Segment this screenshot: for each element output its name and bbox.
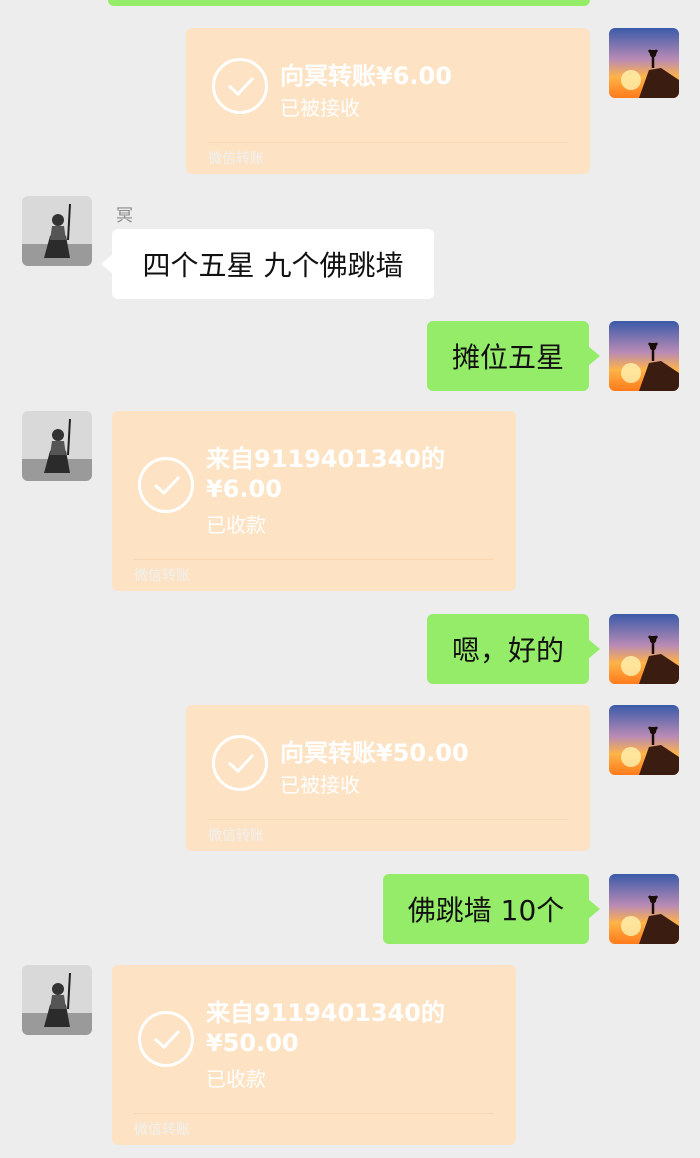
my-avatar[interactable]: [609, 874, 679, 944]
message-text: 佛跳墙 10个: [407, 894, 565, 927]
check-circle-icon: [212, 58, 268, 114]
transfer-status: 已收款: [206, 1067, 266, 1091]
message-bubble[interactable]: 佛跳墙 10个: [383, 874, 600, 944]
transfer-footer: 微信转账: [134, 568, 190, 584]
message-text: 四个五星 九个佛跳墙: [142, 249, 404, 282]
transfer-title: 向冥转账¥6.00: [280, 62, 452, 90]
transfer-footer: 微信转账: [208, 828, 264, 844]
transfer-card[interactable]: 向冥转账¥6.00 已被接收 微信转账: [186, 28, 590, 174]
transfer-card[interactable]: 向冥转账¥50.00 已被接收 微信转账: [186, 705, 590, 851]
transfer-card[interactable]: 来自9119401340的 ¥6.00 已收款 微信转账: [112, 411, 516, 591]
divider: [208, 819, 568, 820]
transfer-title: 向冥转账¥50.00: [280, 739, 469, 767]
message-bubble[interactable]: 嗯，好的: [427, 614, 600, 684]
divider: [134, 1113, 494, 1114]
contact-avatar[interactable]: [22, 196, 92, 266]
transfer-amount: ¥50.00: [206, 1029, 299, 1057]
my-avatar[interactable]: [609, 321, 679, 391]
transfer-title: 来自9119401340的: [206, 999, 445, 1027]
message-text: 摊位五星: [451, 341, 564, 374]
check-circle-icon: [138, 1011, 194, 1067]
transfer-status: 已收款: [206, 513, 266, 537]
my-avatar[interactable]: [609, 705, 679, 775]
sender-name: 冥: [116, 206, 133, 226]
transfer-footer: 微信转账: [208, 151, 264, 167]
check-circle-icon: [212, 735, 268, 791]
transfer-card[interactable]: 来自9119401340的 ¥50.00 已收款 微信转账: [112, 965, 516, 1145]
transfer-amount: ¥6.00: [206, 475, 282, 503]
previous-message-bubble[interactable]: [108, 0, 590, 6]
divider: [208, 142, 568, 143]
message-bubble[interactable]: 摊位五星: [427, 321, 600, 391]
contact-avatar[interactable]: [22, 965, 92, 1035]
transfer-title: 来自9119401340的: [206, 445, 445, 473]
message-bubble[interactable]: 四个五星 九个佛跳墙: [101, 229, 434, 299]
message-text: 嗯，好的: [451, 634, 564, 667]
check-circle-icon: [138, 457, 194, 513]
my-avatar[interactable]: [609, 28, 679, 98]
contact-avatar[interactable]: [22, 411, 92, 481]
transfer-footer: 微信转账: [134, 1122, 190, 1138]
divider: [134, 559, 494, 560]
transfer-status: 已被接收: [280, 96, 360, 120]
my-avatar[interactable]: [609, 614, 679, 684]
transfer-status: 已被接收: [280, 773, 360, 797]
